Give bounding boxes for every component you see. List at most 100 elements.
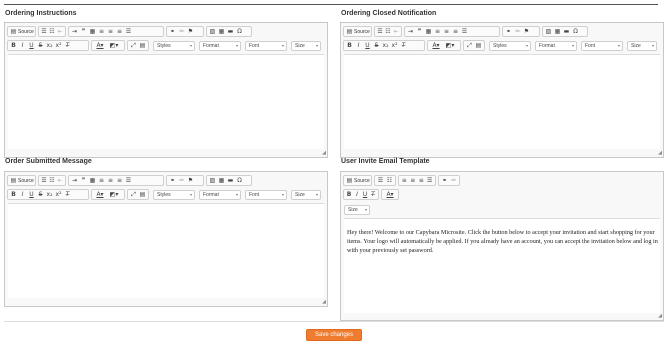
align-center-icon[interactable]: ≡ bbox=[409, 176, 418, 185]
table-icon[interactable]: ▦ bbox=[553, 27, 562, 36]
bulleted-list-icon[interactable]: ☷ bbox=[385, 176, 394, 185]
italic-icon[interactable]: I bbox=[18, 41, 27, 50]
special-char-icon[interactable]: Ω bbox=[235, 176, 244, 185]
bold-icon[interactable]: B bbox=[345, 190, 353, 199]
font-select[interactable]: Font ▾ bbox=[581, 41, 623, 51]
horizontal-line-icon[interactable]: ▬ bbox=[226, 27, 235, 36]
numbered-list-icon[interactable]: ☰ bbox=[40, 27, 48, 36]
bg-color-icon[interactable]: ◩▾ bbox=[443, 41, 457, 50]
format-select[interactable]: Format ▾ bbox=[535, 41, 577, 51]
text-color-icon[interactable]: A▾ bbox=[429, 41, 443, 50]
align-right-icon[interactable]: ≡ bbox=[451, 27, 460, 36]
remove-format-icon[interactable]: T̶ bbox=[399, 41, 408, 50]
maximize-icon[interactable]: ⤢ bbox=[129, 41, 138, 50]
italic-icon[interactable]: I bbox=[18, 190, 27, 199]
strike-icon[interactable]: S bbox=[36, 190, 45, 199]
anchor-icon[interactable]: ⚑ bbox=[522, 27, 531, 36]
resize-grip-icon[interactable]: ◢ bbox=[658, 313, 662, 319]
size-select[interactable]: Size ▾ bbox=[291, 41, 321, 51]
editor-content-area[interactable]: Hey there! Welcome to our Capybara Micro… bbox=[344, 218, 660, 313]
link-icon[interactable]: ⚭ bbox=[168, 27, 177, 36]
resize-grip-icon[interactable]: ◢ bbox=[322, 299, 326, 305]
size-select[interactable]: Size ▾ bbox=[344, 205, 370, 215]
source-button[interactable]: ▤ Source bbox=[343, 26, 372, 37]
numbered-list-icon[interactable]: ☰ bbox=[376, 176, 385, 185]
align-right-icon[interactable]: ≡ bbox=[115, 27, 124, 36]
subscript-icon[interactable]: x₂ bbox=[45, 190, 54, 199]
font-select[interactable]: Font ▾ bbox=[245, 190, 287, 200]
bulleted-list-icon[interactable]: ☷ bbox=[48, 27, 56, 36]
font-select[interactable]: Font ▾ bbox=[245, 41, 287, 51]
underline-icon[interactable]: U bbox=[361, 190, 369, 199]
maximize-icon[interactable]: ⤢ bbox=[129, 190, 138, 199]
table-icon[interactable]: ▦ bbox=[217, 176, 226, 185]
editor-content-area[interactable] bbox=[344, 54, 660, 149]
indent-icon[interactable]: ⇥ bbox=[70, 176, 79, 185]
justify-icon[interactable]: ☰ bbox=[124, 27, 133, 36]
remove-format-icon[interactable]: T̶ bbox=[369, 190, 377, 199]
remove-format-icon[interactable]: T̶ bbox=[63, 41, 72, 50]
show-blocks-icon[interactable]: ▤ bbox=[138, 190, 147, 199]
maximize-icon[interactable]: ⤢ bbox=[465, 41, 474, 50]
italic-icon[interactable]: I bbox=[353, 190, 361, 199]
div-icon[interactable]: ▦ bbox=[88, 176, 97, 185]
text-color-icon[interactable]: A▾ bbox=[383, 190, 397, 199]
show-blocks-icon[interactable]: ▤ bbox=[138, 41, 147, 50]
bold-icon[interactable]: B bbox=[9, 41, 18, 50]
remove-format-icon[interactable]: T̶ bbox=[63, 190, 72, 199]
underline-icon[interactable]: U bbox=[27, 190, 36, 199]
align-center-icon[interactable]: ≡ bbox=[442, 27, 451, 36]
link-icon[interactable]: ⚭ bbox=[504, 27, 513, 36]
justify-icon[interactable]: ☰ bbox=[460, 27, 469, 36]
styles-select[interactable]: Styles ▾ bbox=[153, 41, 195, 51]
align-right-icon[interactable]: ≡ bbox=[417, 176, 426, 185]
text-color-icon[interactable]: A▾ bbox=[93, 190, 107, 199]
source-button[interactable]: ▤ Source bbox=[7, 26, 36, 37]
anchor-icon[interactable]: ⚑ bbox=[186, 176, 195, 185]
horizontal-line-icon[interactable]: ▬ bbox=[226, 176, 235, 185]
bg-color-icon[interactable]: ◩▾ bbox=[107, 41, 121, 50]
editor-content-area[interactable] bbox=[8, 54, 324, 149]
underline-icon[interactable]: U bbox=[363, 41, 372, 50]
table-icon[interactable]: ▦ bbox=[217, 27, 226, 36]
text-color-icon[interactable]: A▾ bbox=[93, 41, 107, 50]
strike-icon[interactable]: S bbox=[372, 41, 381, 50]
indent-icon[interactable]: ⇥ bbox=[406, 27, 415, 36]
align-left-icon[interactable]: ≡ bbox=[97, 176, 106, 185]
format-select[interactable]: Format ▾ bbox=[199, 190, 241, 200]
blockquote-icon[interactable]: ❞ bbox=[415, 27, 424, 36]
blockquote-icon[interactable]: ❞ bbox=[79, 27, 88, 36]
superscript-icon[interactable]: x² bbox=[390, 41, 399, 50]
image-icon[interactable]: ▨ bbox=[208, 27, 217, 36]
blockquote-icon[interactable]: ❞ bbox=[79, 176, 88, 185]
source-button[interactable]: ▤ Source bbox=[7, 175, 36, 186]
horizontal-line-icon[interactable]: ▬ bbox=[562, 27, 571, 36]
size-select[interactable]: Size ▾ bbox=[627, 41, 657, 51]
unlink-icon[interactable]: ⚮ bbox=[177, 176, 186, 185]
styles-select[interactable]: Styles ▾ bbox=[489, 41, 531, 51]
unlink-icon[interactable]: ⚮ bbox=[513, 27, 522, 36]
align-center-icon[interactable]: ≡ bbox=[106, 27, 115, 36]
anchor-icon[interactable]: ⚑ bbox=[186, 27, 195, 36]
strike-icon[interactable]: S bbox=[36, 41, 45, 50]
numbered-list-icon[interactable]: ☰ bbox=[376, 27, 384, 36]
bold-icon[interactable]: B bbox=[345, 41, 354, 50]
source-button[interactable]: ▤ Source bbox=[343, 175, 372, 186]
outdent-icon[interactable]: ⇤ bbox=[56, 27, 64, 36]
unlink-icon[interactable]: ⚮ bbox=[177, 27, 186, 36]
bold-icon[interactable]: B bbox=[9, 190, 18, 199]
italic-icon[interactable]: I bbox=[354, 41, 363, 50]
indent-icon[interactable]: ⇥ bbox=[70, 27, 79, 36]
align-left-icon[interactable]: ≡ bbox=[433, 27, 442, 36]
unlink-icon[interactable]: ⚮ bbox=[449, 176, 458, 185]
subscript-icon[interactable]: x₂ bbox=[381, 41, 390, 50]
resize-grip-icon[interactable]: ◢ bbox=[658, 150, 662, 156]
styles-select[interactable]: Styles ▾ bbox=[153, 190, 195, 200]
superscript-icon[interactable]: x² bbox=[54, 190, 63, 199]
resize-grip-icon[interactable]: ◢ bbox=[322, 150, 326, 156]
div-icon[interactable]: ▦ bbox=[88, 27, 97, 36]
justify-icon[interactable]: ☰ bbox=[124, 176, 133, 185]
align-left-icon[interactable]: ≡ bbox=[97, 27, 106, 36]
image-icon[interactable]: ▨ bbox=[544, 27, 553, 36]
align-left-icon[interactable]: ≡ bbox=[400, 176, 409, 185]
